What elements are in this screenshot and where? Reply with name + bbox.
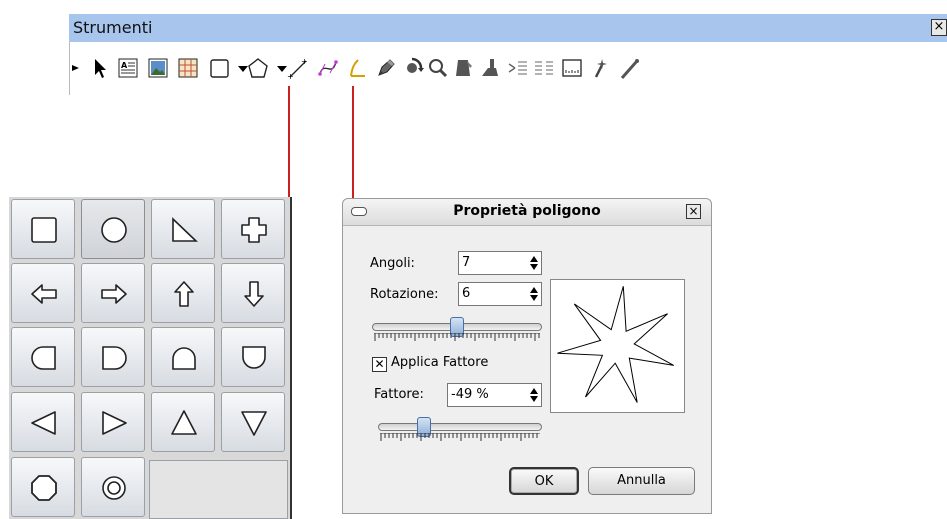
overflow-arrow-icon[interactable] (64, 56, 79, 80)
factor-slider[interactable] (378, 417, 542, 445)
triangle-up-shape-button[interactable] (151, 392, 215, 452)
half-round-right-icon (102, 346, 127, 370)
arrow-left-shape-button[interactable] (11, 263, 75, 323)
rotation-slider-ticks (374, 333, 540, 341)
svg-text:+: + (301, 57, 308, 66)
svg-text:A: A (121, 61, 128, 70)
rotation-spinbox[interactable]: 6 (458, 282, 542, 306)
factor-slider-track[interactable] (378, 423, 542, 431)
link-frames-icon[interactable] (506, 56, 530, 80)
dialog-close-button[interactable]: × (686, 204, 701, 219)
right-triangle-shape-button[interactable] (151, 199, 215, 259)
tools-title: Strumenti (73, 18, 153, 37)
factor-value: -49 % (451, 387, 489, 402)
tools-window: Strumenti × A + + (69, 0, 947, 95)
spin-arrows-icon[interactable] (529, 387, 539, 403)
table-icon[interactable] (176, 56, 200, 80)
rotation-value: 6 (462, 286, 471, 301)
measure-icon[interactable] (560, 56, 584, 80)
zoom-icon[interactable] (426, 56, 450, 80)
arrow-up-icon (174, 281, 194, 307)
factor-slider-ticks (380, 433, 540, 441)
apply-factor-label[interactable]: Applica Fattore (391, 355, 488, 370)
text-frame-icon[interactable]: A (116, 56, 140, 80)
ring-shape-button[interactable] (81, 457, 145, 517)
polygon-properties-dialog: Proprietà poligono × Angoli: 7 Rotazione… (342, 198, 712, 514)
octagon-icon (31, 475, 57, 501)
arrow-down-shape-button[interactable] (221, 263, 285, 323)
triangle-left-icon (31, 411, 56, 435)
palette-empty-area (149, 460, 288, 519)
rotation-slider[interactable] (372, 317, 542, 345)
polygon-preview (550, 279, 685, 413)
rectangle-shape-icon[interactable] (208, 56, 232, 80)
arrow-down-icon (244, 281, 264, 307)
half-round-left-icon (31, 346, 56, 370)
dialog-title: Proprietà poligono (453, 203, 601, 219)
arch-up-icon (172, 347, 196, 370)
apply-factor-checkbox[interactable]: ✕ (372, 357, 387, 372)
cross-icon (241, 217, 267, 243)
arrow-left-icon (31, 284, 57, 304)
image-frame-icon[interactable] (146, 56, 170, 80)
square-shape-button[interactable] (11, 199, 75, 259)
dialog-titlebar[interactable]: Proprietà poligono × (343, 199, 711, 226)
tools-close-button[interactable]: × (931, 19, 947, 36)
triangle-down-shape-button[interactable] (221, 392, 285, 452)
arrow-right-shape-button[interactable] (81, 263, 145, 323)
octagon-shape-button[interactable] (11, 457, 75, 517)
circle-icon (101, 217, 127, 243)
ok-button[interactable]: OK (509, 467, 579, 495)
half-round-right-shape-button[interactable] (81, 327, 145, 387)
pencil-icon[interactable] (374, 56, 398, 80)
tools-toolbar: A + + (69, 42, 947, 95)
spin-arrows-icon[interactable] (529, 255, 539, 271)
spin-arrows-icon[interactable] (529, 286, 539, 302)
copy-properties-icon[interactable] (618, 56, 642, 80)
right-triangle-icon (172, 217, 198, 242)
triangle-right-shape-button[interactable] (81, 392, 145, 452)
star-preview-icon (557, 286, 675, 403)
corners-label: Angoli: (370, 256, 415, 271)
arch-down-shape-button[interactable] (221, 327, 285, 387)
rotate-icon[interactable] (400, 56, 424, 80)
shape-dropdown-icon[interactable] (231, 56, 248, 80)
factor-label: Fattore: (374, 387, 424, 402)
select-arrow-icon[interactable] (88, 56, 112, 80)
shape-palette (9, 197, 292, 519)
svg-text:+: + (287, 72, 294, 80)
ring-icon (102, 476, 126, 500)
corners-value: 7 (462, 255, 471, 270)
freehand-line-icon[interactable] (346, 56, 370, 80)
polygon-dropdown-icon[interactable] (270, 56, 287, 80)
edit-contents-icon[interactable] (452, 56, 476, 80)
triangle-up-icon (171, 410, 197, 435)
arrow-right-icon (101, 284, 127, 304)
arch-up-shape-button[interactable] (151, 327, 215, 387)
half-round-left-shape-button[interactable] (11, 327, 75, 387)
rotation-label: Rotazione: (370, 287, 439, 302)
line-icon[interactable]: + + (286, 56, 310, 80)
polygon-icon[interactable] (246, 56, 270, 80)
cancel-button[interactable]: Annulla (588, 467, 695, 495)
bezier-icon[interactable] (316, 56, 340, 80)
tools-titlebar[interactable]: Strumenti × (69, 14, 947, 42)
eyedropper-icon[interactable] (478, 56, 502, 80)
corners-spinbox[interactable]: 7 (458, 251, 542, 275)
triangle-right-icon (102, 411, 127, 435)
unlink-frames-icon[interactable] (532, 56, 556, 80)
arch-down-icon (242, 346, 266, 369)
star-shape (557, 286, 675, 403)
circle-shape-button[interactable] (81, 199, 145, 259)
square-icon (31, 217, 57, 243)
palette-connector-line (288, 86, 290, 197)
triangle-down-icon (241, 411, 267, 436)
factor-spinbox[interactable]: -49 % (447, 383, 542, 407)
arrow-up-shape-button[interactable] (151, 263, 215, 323)
triangle-left-shape-button[interactable] (11, 392, 75, 452)
magic-wand-icon[interactable] (590, 56, 614, 80)
dialog-connector-line (352, 86, 354, 198)
cross-shape-button[interactable] (221, 199, 285, 259)
